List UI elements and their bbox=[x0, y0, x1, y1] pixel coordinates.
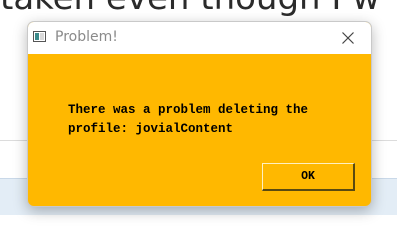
dialog-title: Problem! bbox=[55, 29, 118, 45]
close-icon bbox=[342, 32, 354, 44]
window-app-icon bbox=[33, 31, 46, 42]
background-page-text: taken even though I w bbox=[0, 0, 380, 18]
close-button[interactable] bbox=[334, 26, 362, 50]
dialog-titlebar[interactable]: Problem! bbox=[28, 22, 371, 54]
ok-button[interactable]: OK bbox=[262, 163, 355, 191]
dialog-message: There was a problem deleting the profile… bbox=[68, 103, 309, 136]
error-dialog: Problem! There was a problem deleting th… bbox=[27, 21, 372, 207]
